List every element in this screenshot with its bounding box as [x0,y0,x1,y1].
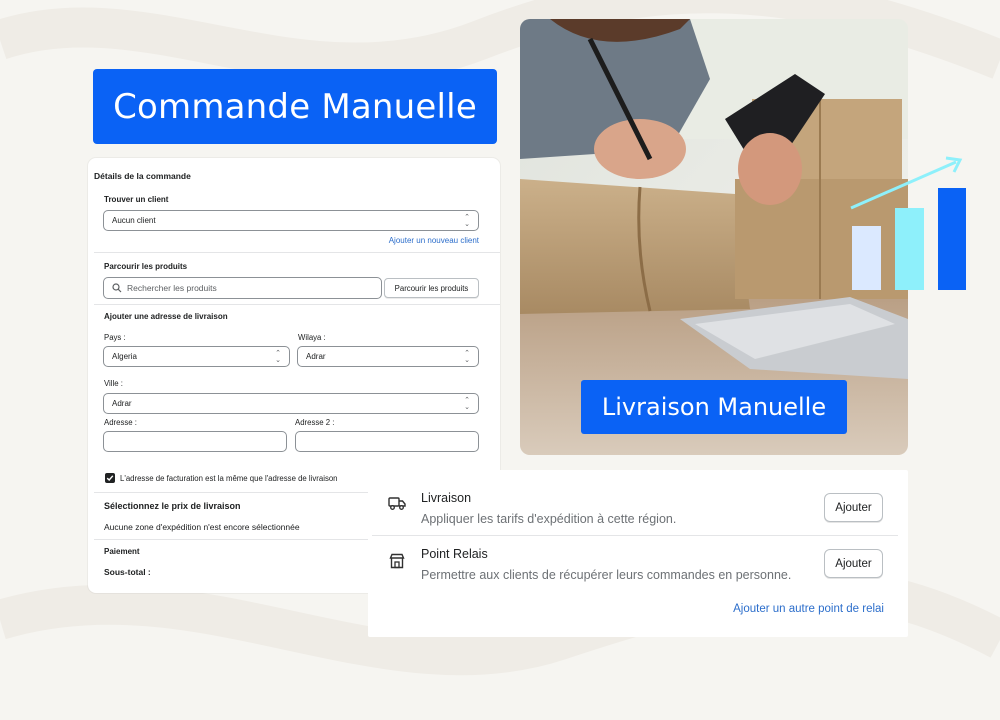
growth-bar-3 [938,188,966,290]
wilaya-select-value: Adrar [306,352,326,361]
select-chevron-icon: ⌃ ⌄ [464,396,470,411]
relay-point-title: Point Relais [421,547,488,561]
select-chevron-icon: ⌃ ⌄ [464,213,470,228]
product-search-input[interactable]: Rechercher les produits [103,277,382,299]
customer-select[interactable]: Aucun client ⌃ ⌄ [103,210,479,231]
delivery-price-label: Sélectionnez le prix de livraison [104,501,241,511]
city-label: Ville : [104,379,123,388]
city-select[interactable]: Adrar ⌃ ⌄ [103,393,479,414]
growth-chart-icon [850,156,966,290]
manual-delivery-label: Livraison Manuelle [601,393,827,421]
manual-delivery-badge: Livraison Manuelle [581,380,847,434]
add-delivery-button[interactable]: Ajouter [824,493,883,522]
billing-same-label: L'adresse de facturation est la même que… [120,474,338,483]
divider [94,252,500,253]
country-select-value: Algeria [112,352,137,361]
city-select-value: Adrar [112,399,132,408]
store-icon [389,553,405,569]
delivery-price-empty: Aucune zone d'expédition n'est encore sé… [104,522,300,532]
add-relay-point-button[interactable]: Ajouter [824,549,883,578]
country-label: Pays : [104,333,126,342]
delivery-option-title: Livraison [421,491,472,505]
payment-label: Paiement [104,547,140,556]
add-customer-link[interactable]: Ajouter un nouveau client [389,236,479,245]
select-chevron-icon: ⌃ ⌄ [464,349,470,364]
banner-title: Commande Manuelle [113,86,477,127]
wilaya-label: Wilaya : [298,333,326,342]
country-select[interactable]: Algeria ⌃ ⌄ [103,346,290,367]
delivery-option-subtitle: Appliquer les tarifs d'expédition à cett… [421,512,677,526]
select-chevron-icon: ⌃ ⌄ [275,349,281,364]
truck-icon [388,497,406,510]
search-icon [112,283,122,293]
order-details-title: Détails de la commande [94,171,191,181]
shipping-address-label: Ajouter une adresse de livraison [104,312,228,321]
wilaya-select[interactable]: Adrar ⌃ ⌄ [297,346,479,367]
title-banner: Commande Manuelle [93,69,497,144]
products-label: Parcourir les produits [104,262,188,271]
address2-input[interactable] [295,431,479,452]
relay-point-subtitle: Permettre aux clients de récupérer leurs… [421,568,792,582]
divider [372,535,898,536]
address1-label: Adresse : [104,418,137,427]
billing-same-checkbox[interactable] [105,473,115,483]
growth-bar-2 [895,208,924,290]
shipping-options-card: Livraison Appliquer les tarifs d'expédit… [368,470,908,637]
subtotal-label: Sous-total : [104,567,151,577]
address2-label: Adresse 2 : [295,418,335,427]
divider [94,304,500,305]
customer-select-value: Aucun client [112,216,156,225]
browse-products-button[interactable]: Parcourir les produits [384,278,479,298]
checkmark-icon [106,475,114,482]
customer-label: Trouver un client [104,195,169,204]
address1-input[interactable] [103,431,287,452]
product-search-placeholder: Rechercher les produits [127,283,217,293]
growth-bar-1 [852,226,881,290]
add-another-relay-link[interactable]: Ajouter un autre point de relai [733,603,884,615]
